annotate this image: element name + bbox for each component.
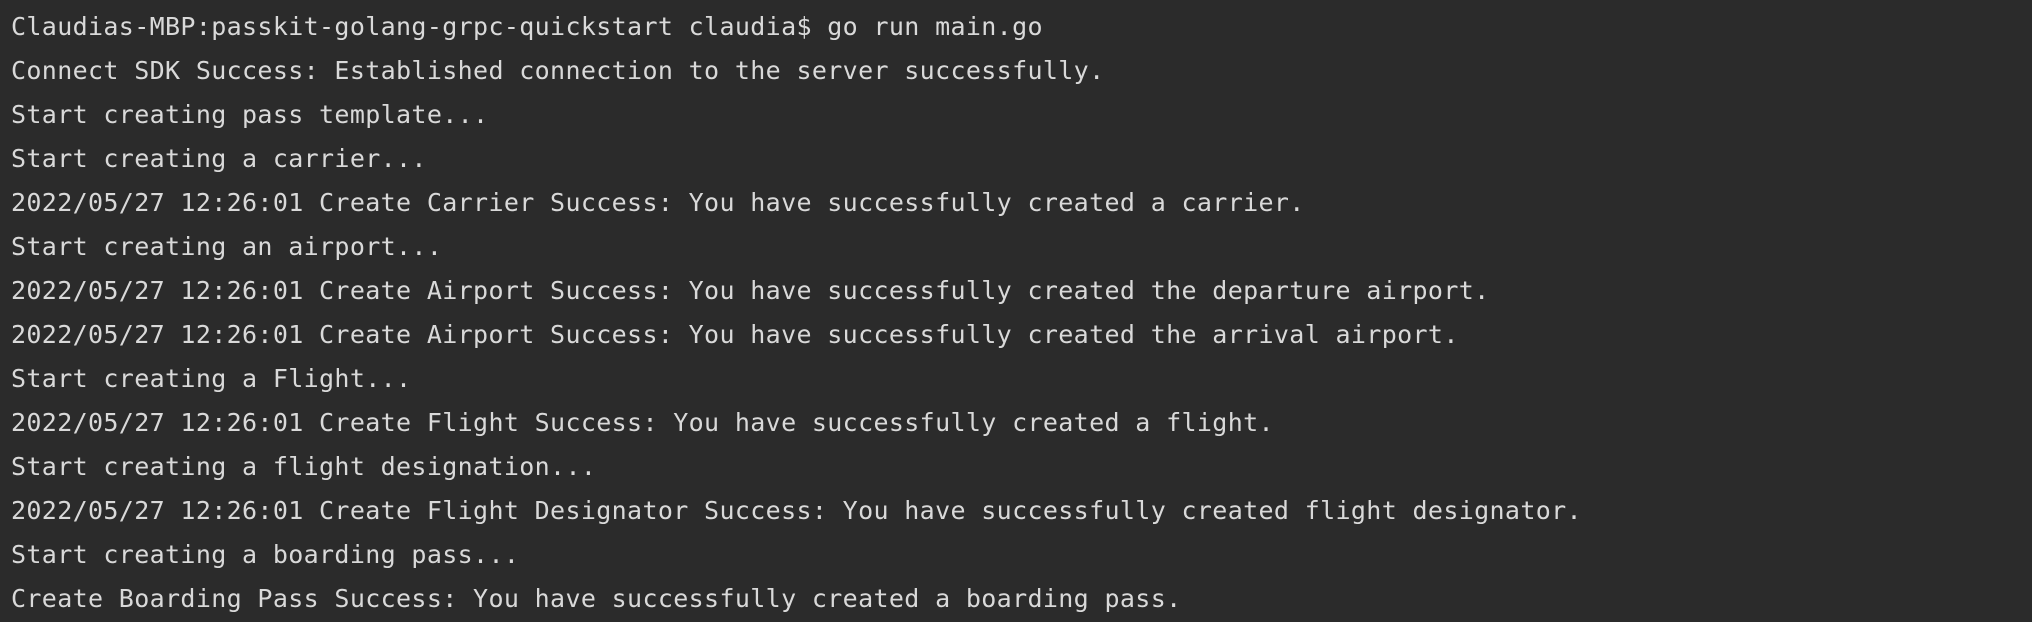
output-line: 2022/05/27 12:26:01 Create Airport Succe… (11, 276, 1490, 305)
output-line: Start creating a boarding pass... (11, 540, 520, 569)
output-line: Create Boarding Pass Success: You have s… (11, 584, 1182, 613)
output-line: Start creating pass template... (11, 100, 489, 129)
terminal-output[interactable]: Claudias-MBP:passkit-golang-grpc-quickst… (0, 0, 2032, 622)
output-line: 2022/05/27 12:26:01 Create Flight Design… (11, 496, 1582, 525)
output-line: 2022/05/27 12:26:01 Create Carrier Succe… (11, 188, 1305, 217)
command-prompt-line: Claudias-MBP:passkit-golang-grpc-quickst… (11, 12, 1043, 41)
output-line: 2022/05/27 12:26:01 Create Airport Succe… (11, 320, 1459, 349)
output-line: Start creating a carrier... (11, 144, 427, 173)
output-line: Start creating a Flight... (11, 364, 412, 393)
output-line: 2022/05/27 12:26:01 Create Flight Succes… (11, 408, 1274, 437)
output-line: Start creating an airport... (11, 232, 443, 261)
output-line: Start creating a flight designation... (11, 452, 597, 481)
output-line: Connect SDK Success: Established connect… (11, 56, 1105, 85)
